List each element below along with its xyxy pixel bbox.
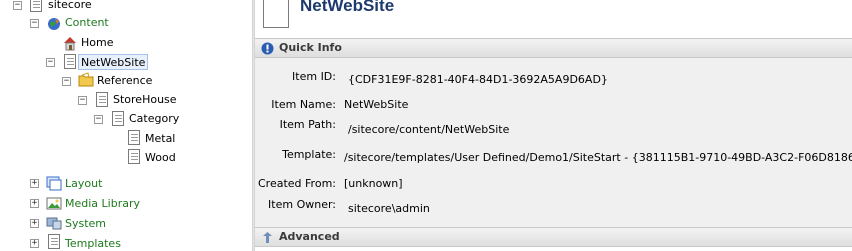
tree-item-netwebsite[interactable]: NetWebSite: [78, 54, 149, 70]
item-id-value: {CDF31E9F-8281-40F4-84D1-3692A5A9D6AD}: [348, 73, 608, 86]
expand-toggle[interactable]: +: [30, 179, 39, 188]
expand-toggle[interactable]: +: [30, 239, 39, 248]
item-name-label: Item Name:: [271, 98, 336, 111]
template-row: Template: /sitecore/templates/User Defin…: [255, 148, 852, 166]
tree-item-templates[interactable]: Templates: [65, 236, 121, 251]
expand-toggle[interactable]: +: [30, 199, 39, 208]
tree-item-category[interactable]: Category: [129, 111, 179, 127]
sitecore-root-icon: [30, 0, 42, 12]
document-icon: [128, 130, 140, 145]
document-icon: [96, 92, 108, 107]
content-editor: NetWebSite Quick Info Item ID: {CDF31E9F…: [255, 0, 852, 251]
content-globe-icon: [48, 18, 60, 30]
advanced-title: Advanced: [279, 230, 340, 243]
template-label: Template:: [282, 148, 336, 161]
tree-item-metal[interactable]: Metal: [145, 131, 175, 147]
tree-item-system[interactable]: System: [65, 216, 106, 232]
tree-item-home[interactable]: Home: [81, 35, 113, 51]
template-value: /sitecore/templates/User Defined/Demo1/S…: [344, 151, 852, 164]
media-library-icon: [46, 197, 62, 210]
document-icon: [64, 54, 76, 69]
tree-item-reference[interactable]: Reference: [97, 73, 152, 89]
collapse-toggle[interactable]: −: [62, 77, 71, 86]
layout-icon: [46, 176, 62, 191]
item-name-row: Item Name: NetWebSite: [255, 98, 852, 116]
document-icon: [112, 111, 124, 126]
tree-item-wood[interactable]: Wood: [145, 150, 176, 166]
tree-item-storehouse[interactable]: StoreHouse: [113, 92, 177, 108]
created-from-value: [unknown]: [344, 177, 403, 190]
content-tree: − sitecore − Content Home − NetWebSite −…: [0, 0, 252, 251]
item-path-row: Item Path: /sitecore/content/NetWebSite: [255, 118, 852, 136]
collapse-toggle[interactable]: −: [94, 115, 103, 124]
templates-icon: [48, 234, 60, 249]
advanced-header[interactable]: Advanced: [255, 227, 852, 247]
tree-item-sitecore[interactable]: sitecore: [48, 0, 92, 13]
collapse-toggle[interactable]: −: [78, 96, 87, 105]
item-path-label: Item Path:: [279, 118, 336, 131]
tree-item-content[interactable]: Content: [65, 15, 109, 31]
collapse-toggle[interactable]: −: [30, 19, 39, 28]
collapse-toggle[interactable]: −: [13, 1, 22, 10]
folder-icon: [78, 72, 94, 87]
tree-item-layout[interactable]: Layout: [65, 176, 102, 192]
quick-info-panel: Item ID: {CDF31E9F-8281-40F4-84D1-3692A5…: [255, 58, 852, 227]
quick-info-title: Quick Info: [279, 41, 342, 54]
quick-info-header[interactable]: Quick Info: [255, 38, 852, 58]
home-icon: [64, 37, 76, 51]
item-document-icon: [263, 0, 289, 28]
document-icon: [128, 149, 140, 164]
item-id-label: Item ID:: [292, 70, 336, 83]
item-id-row: Item ID: {CDF31E9F-8281-40F4-84D1-3692A5…: [255, 70, 852, 88]
item-owner-label: Item Owner:: [268, 198, 336, 211]
item-owner-row: Item Owner: sitecore\admin: [255, 198, 852, 216]
created-from-label: Created From:: [258, 177, 336, 190]
collapse-toggle[interactable]: −: [46, 58, 55, 67]
item-path-value: /sitecore/content/NetWebSite: [348, 123, 510, 136]
item-title: NetWebSite: [300, 0, 395, 15]
advanced-icon: [263, 232, 272, 243]
info-icon: [261, 42, 274, 55]
system-icon: [46, 217, 62, 230]
tree-item-media-library[interactable]: Media Library: [65, 196, 140, 212]
item-header: NetWebSite: [255, 0, 852, 35]
expand-toggle[interactable]: +: [30, 219, 39, 228]
item-owner-value: sitecore\admin: [348, 202, 430, 215]
item-name-value: NetWebSite: [344, 98, 409, 111]
created-from-row: Created From: [unknown]: [255, 177, 852, 195]
